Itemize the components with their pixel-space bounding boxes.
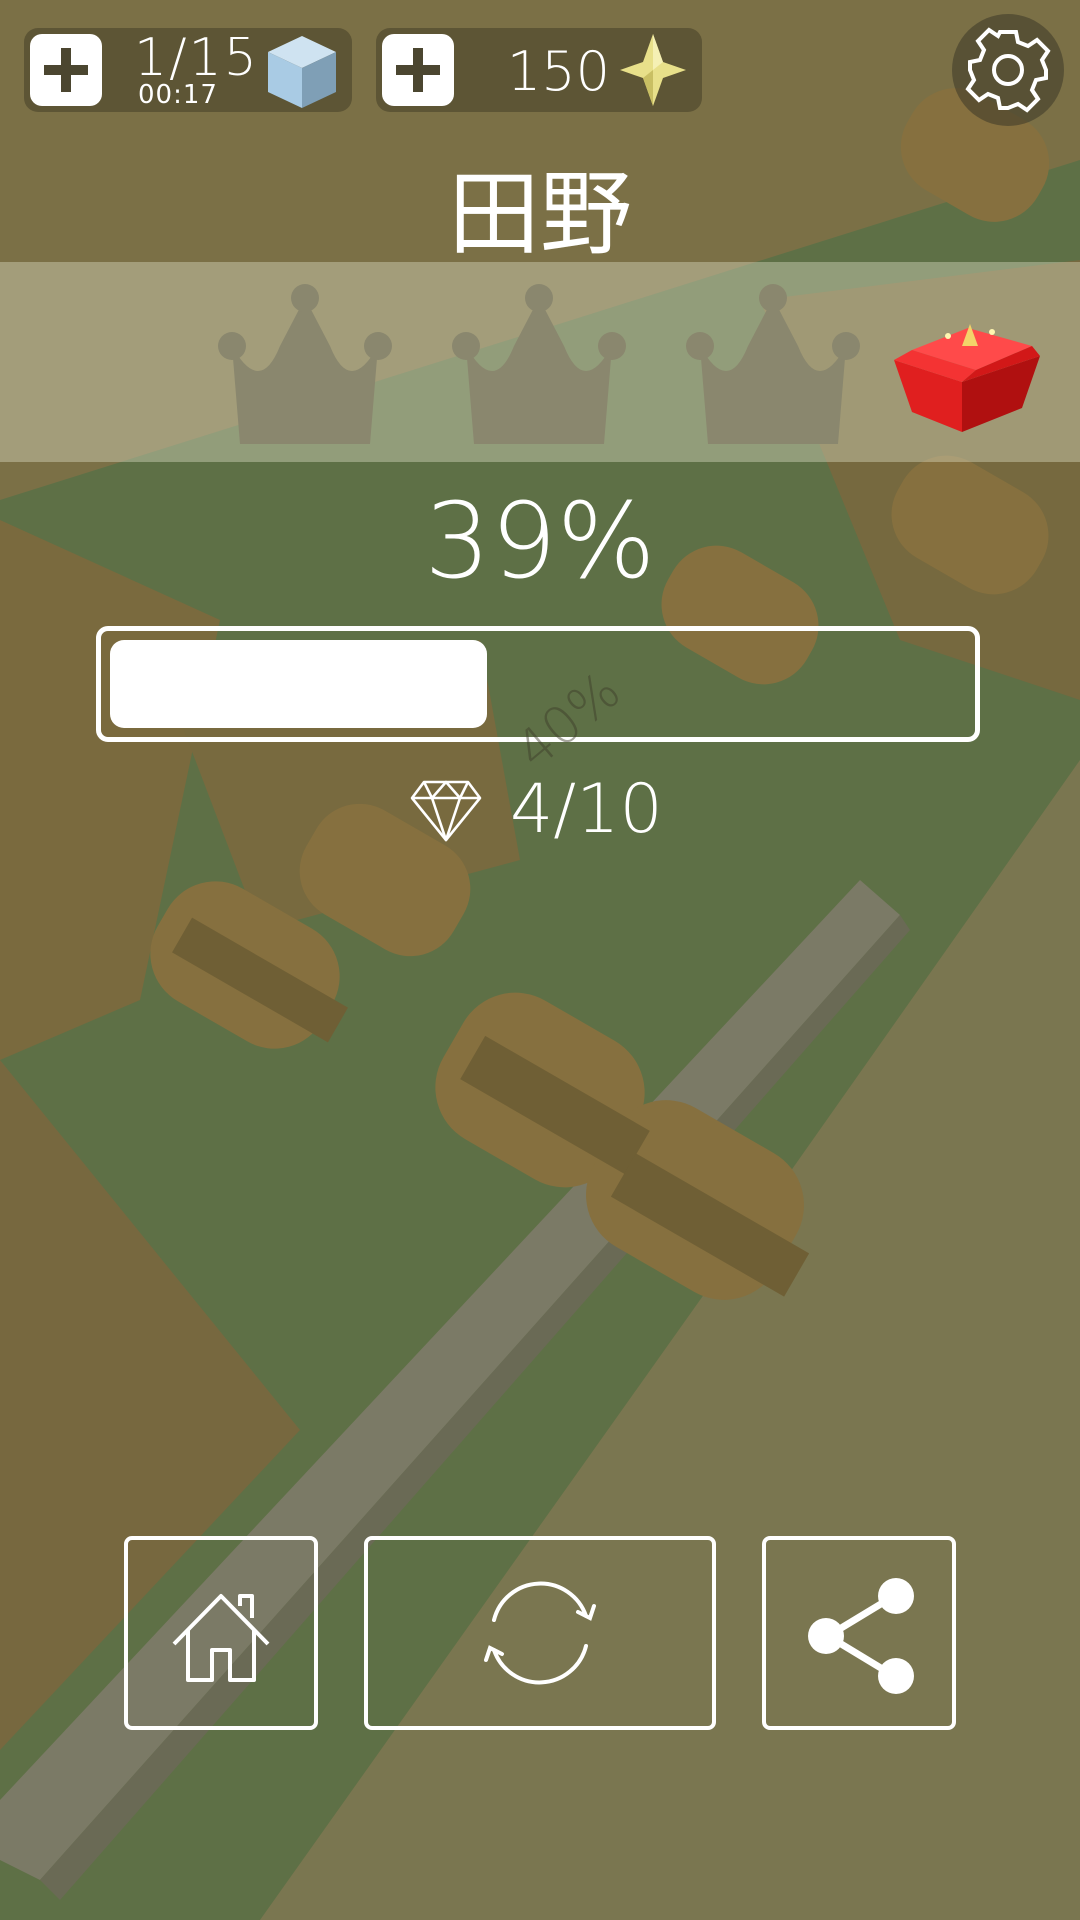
level-progress-text: 1/15 (134, 28, 259, 88)
progress-bar-fill (110, 640, 487, 728)
settings-button[interactable] (952, 14, 1064, 126)
diamond-icon (410, 780, 482, 842)
share-button[interactable] (762, 1536, 956, 1730)
progress-percent: 39% (424, 480, 656, 602)
star-icon (620, 34, 686, 106)
crown-icon (452, 284, 626, 444)
gift-box-icon (894, 324, 1040, 432)
restart-icon (484, 1581, 596, 1685)
add-level-button[interactable] (30, 34, 102, 106)
home-button[interactable] (124, 1536, 318, 1730)
coins-panel: 150 (376, 28, 702, 112)
gift-box-button[interactable] (892, 316, 1044, 436)
level-panel: 1/15 00:17 (24, 28, 352, 112)
add-coins-button[interactable] (382, 34, 454, 106)
cube-icon (268, 36, 336, 108)
gems-count: 4/10 (510, 770, 663, 849)
coins-count: 150 (506, 40, 610, 103)
timer-text: 00:17 (138, 80, 218, 110)
restart-button[interactable] (364, 1536, 716, 1730)
share-icon (808, 1578, 914, 1694)
crown-icon (218, 284, 392, 444)
level-title: 田野 (447, 161, 632, 268)
gear-icon (965, 27, 1051, 113)
home-icon (172, 1594, 270, 1682)
crown-icon (686, 284, 860, 444)
